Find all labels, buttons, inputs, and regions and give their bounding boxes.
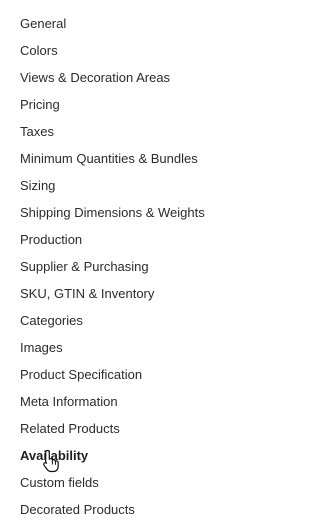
nav-item-sku-gtin-inventory[interactable]: SKU, GTIN & Inventory (20, 284, 154, 304)
nav-item-product-specification[interactable]: Product Specification (20, 365, 142, 385)
nav-item-related-products[interactable]: Related Products (20, 419, 120, 439)
nav-item-minimum-quantities-bundles[interactable]: Minimum Quantities & Bundles (20, 149, 198, 169)
hand-pointer-icon (42, 449, 60, 473)
nav-item-shipping-dimensions-weights[interactable]: Shipping Dimensions & Weights (20, 203, 205, 223)
nav-item-images[interactable]: Images (20, 338, 63, 358)
nav-item-colors[interactable]: Colors (20, 41, 58, 61)
nav-item-production[interactable]: Production (20, 230, 82, 250)
nav-item-categories[interactable]: Categories (20, 311, 83, 331)
nav-item-views-decoration-areas[interactable]: Views & Decoration Areas (20, 68, 170, 88)
nav-item-custom-fields[interactable]: Custom fields (20, 473, 99, 493)
nav-item-meta-information[interactable]: Meta Information (20, 392, 118, 412)
nav-item-decorated-products[interactable]: Decorated Products (20, 500, 135, 520)
nav-item-taxes[interactable]: Taxes (20, 122, 54, 142)
nav-item-supplier-purchasing[interactable]: Supplier & Purchasing (20, 257, 149, 277)
settings-nav: General Colors Views & Decoration Areas … (0, 0, 249, 528)
nav-item-pricing[interactable]: Pricing (20, 95, 60, 115)
nav-item-sizing[interactable]: Sizing (20, 176, 55, 196)
nav-item-general[interactable]: General (20, 14, 66, 34)
